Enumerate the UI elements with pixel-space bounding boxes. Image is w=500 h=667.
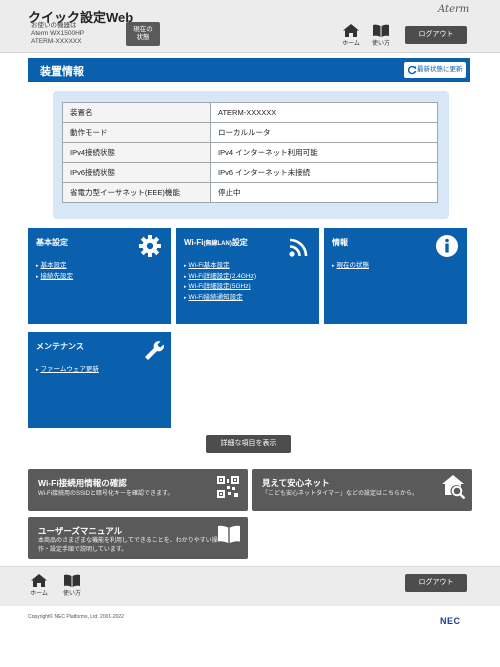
device-model: Aterm WX1500HP <box>31 30 85 37</box>
copyright-text: Copyright© NEC Platforms, Ltd. 2001-2022 <box>28 614 124 620</box>
info-tile: 情報 現在の状態 <box>324 228 467 324</box>
table-value: IPv4 インターネット利用可能 <box>210 142 438 163</box>
wifi-info-desc: Wi-Fi接続用のSSIDと暗号化キーを確認できます。 <box>38 491 174 497</box>
footer-home-label: ホーム <box>30 591 48 597</box>
home-icon <box>31 574 47 587</box>
aterm-logo: Aterm <box>438 4 470 15</box>
table-key: 装置名 <box>62 102 211 123</box>
maintenance-title: メンテナンス <box>36 342 84 351</box>
footer-home-button[interactable]: ホーム <box>27 574 51 597</box>
nec-logo: NEC <box>440 616 461 626</box>
user-manual-desc: 本商品のさまざまな機能を利用してできることを、わかりやすい操 作・設定手順で説明… <box>38 538 218 553</box>
show-details-button[interactable]: 詳細な項目を表示 <box>206 435 291 453</box>
info-links: 現在の状態 <box>332 261 370 272</box>
device-info-table: 装置名 ATERM-XXXXXX 動作モード ローカルルータ IPv4接続状態 IPv… <box>62 102 438 203</box>
book-icon <box>64 574 80 587</box>
refresh-button[interactable]: 最新状態に更新 <box>404 62 466 78</box>
device-label: お使いの機器は <box>31 22 77 29</box>
link-wifi-detail-5ghz[interactable]: Wi-Fi詳細設定(5GHz) <box>184 282 256 293</box>
table-value: ローカルルータ <box>210 122 438 143</box>
footer-manual-button[interactable]: 使い方 <box>60 574 84 597</box>
table-key: 省電力型イーサネット(EEE)機能 <box>62 182 211 203</box>
wifi-info-title: Wi-Fi接続用情報の確認 <box>38 478 127 488</box>
link-connection-settings[interactable]: 接続先設定 <box>36 272 74 283</box>
wrench-icon <box>145 341 164 360</box>
wifi-info-card[interactable]: Wi-Fi接続用情報の確認 Wi-Fi接続用のSSIDと暗号化キーを確認できます… <box>28 469 248 511</box>
device-info-panel: 装置名 ATERM-XXXXXX 動作モード ローカルルータ IPv4接続状態 IPv… <box>53 91 449 219</box>
open-book-icon <box>218 525 240 543</box>
user-manual-title: ユーザーズマニュアル <box>38 526 123 536</box>
link-firmware-update[interactable]: ファームウェア更新 <box>36 365 99 376</box>
section-header: 装置情報 最新状態に更新 <box>28 58 470 82</box>
link-basic-settings[interactable]: 基本設定 <box>36 261 73 272</box>
table-row: IPv6接続状態 IPv6 インターネット未接続 <box>62 162 438 183</box>
home-icon <box>343 24 359 37</box>
link-wifi-basic[interactable]: Wi-Fi基本設定 <box>184 261 256 272</box>
footer-logout-button[interactable]: ログアウト <box>405 574 467 592</box>
link-current-status[interactable]: 現在の状態 <box>332 261 370 272</box>
refresh-icon <box>407 65 417 75</box>
link-wifi-notification[interactable]: Wi-Fi接続通知設定 <box>184 293 256 304</box>
wifi-settings-links: Wi-Fi基本設定 Wi-Fi詳細設定(2.4GHz) Wi-Fi詳細設定(5G… <box>184 261 257 304</box>
user-manual-card[interactable]: ユーザーズマニュアル 本商品のさまざまな機能を利用してできることを、わかりやすい… <box>28 517 248 559</box>
wifi-settings-tile: Wi-Fi(無線LAN)設定 Wi-Fi基本設定 Wi-Fi詳細設定(2.4GH… <box>176 228 319 324</box>
home-nav-label: ホーム <box>342 41 360 47</box>
book-icon <box>373 24 389 37</box>
gear-icon <box>139 235 161 257</box>
table-row: 装置名 ATERM-XXXXXX <box>62 102 438 123</box>
wifi-settings-title: Wi-Fi(無線LAN)設定 <box>184 238 248 247</box>
table-row: 省電力型イーサネット(EEE)機能 停止中 <box>62 182 438 203</box>
info-title: 情報 <box>332 238 348 247</box>
footer-bar: ホーム 使い方 ログアウト <box>0 566 500 606</box>
basic-settings-links: 基本設定 接続先設定 <box>36 261 74 283</box>
header: クイック設定Web お使いの機器は Aterm WX1500HP ATERM-X… <box>0 0 500 53</box>
table-value: 停止中 <box>210 182 438 203</box>
table-value: IPv6 インターネット未接続 <box>210 162 438 183</box>
table-key: IPv6接続状態 <box>62 162 211 183</box>
section-title: 装置情報 <box>40 66 84 78</box>
manual-nav-label: 使い方 <box>371 41 390 47</box>
house-search-icon <box>442 475 466 499</box>
table-key: IPv4接続状態 <box>62 142 211 163</box>
table-value: ATERM-XXXXXX <box>210 102 438 123</box>
current-status-label: 現在の状態 <box>133 26 153 41</box>
logout-button[interactable]: ログアウト <box>405 26 467 44</box>
safety-net-card[interactable]: 見えて安心ネット 「こども安心ネットタイマー」などの設定はこちらから。 <box>252 469 472 511</box>
device-name: ATERM-XXXXXX <box>31 38 82 45</box>
wifi-icon <box>289 238 308 257</box>
basic-settings-title: 基本設定 <box>36 238 68 247</box>
device-info: お使いの機器は Aterm WX1500HP ATERM-XXXXXX <box>31 22 84 46</box>
basic-settings-tile: 基本設定 基本設定 接続先設定 <box>28 228 171 324</box>
safety-net-desc: 「こども安心ネットタイマー」などの設定はこちらから。 <box>262 491 419 497</box>
qr-code-icon <box>217 476 239 498</box>
table-key: 動作モード <box>62 122 211 143</box>
current-status-button[interactable]: 現在の状態 <box>126 22 160 46</box>
info-icon <box>436 235 458 257</box>
safety-net-title: 見えて安心ネット <box>262 478 330 488</box>
footer-manual-label: 使い方 <box>62 591 81 597</box>
refresh-label: 最新状態に更新 <box>417 66 463 73</box>
maintenance-links: ファームウェア更新 <box>36 365 99 376</box>
manual-nav-button[interactable]: 使い方 <box>369 24 393 47</box>
table-row: 動作モード ローカルルータ <box>62 122 438 143</box>
maintenance-tile: メンテナンス ファームウェア更新 <box>28 332 171 428</box>
link-wifi-detail-24ghz[interactable]: Wi-Fi詳細設定(2.4GHz) <box>184 272 257 283</box>
home-nav-button[interactable]: ホーム <box>339 24 363 47</box>
table-row: IPv4接続状態 IPv4 インターネット利用可能 <box>62 142 438 163</box>
